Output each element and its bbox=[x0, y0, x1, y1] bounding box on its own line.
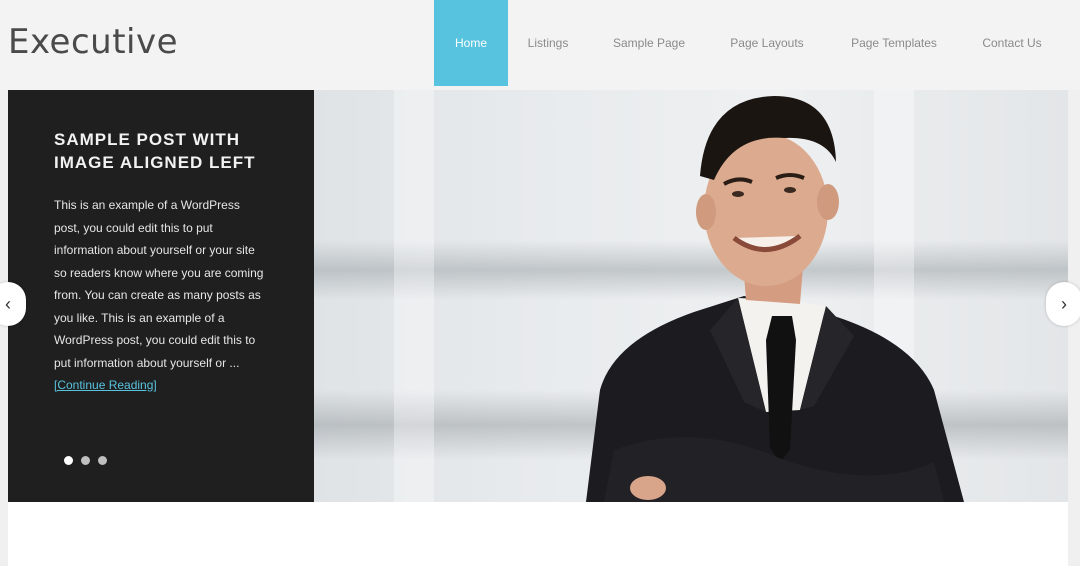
slide-dot[interactable] bbox=[81, 456, 90, 465]
nav-sample-page[interactable]: Sample Page bbox=[588, 0, 710, 86]
nav-page-layouts[interactable]: Page Layouts bbox=[710, 0, 824, 86]
slide-pagination bbox=[64, 456, 107, 465]
nav-page-templates[interactable]: Page Templates bbox=[824, 0, 964, 86]
slide-dot[interactable] bbox=[64, 456, 73, 465]
home-widgets-area bbox=[8, 502, 1068, 566]
site-header: Executive Home Listings Sample Page Page… bbox=[0, 0, 1080, 90]
slide-excerpt: This is an example of a WordPress post, … bbox=[54, 194, 268, 397]
slide-excerpt-text: This is an example of a WordPress post, … bbox=[54, 198, 264, 370]
chevron-left-icon: ‹ bbox=[5, 293, 11, 314]
continue-reading-link[interactable]: [Continue Reading] bbox=[54, 378, 157, 392]
businessman-figure bbox=[586, 96, 964, 502]
nav-listings[interactable]: Listings bbox=[508, 0, 588, 86]
slide-dot[interactable] bbox=[98, 456, 107, 465]
chevron-right-icon: › bbox=[1061, 293, 1067, 314]
slide-title[interactable]: Sample Post With Image Aligned Left bbox=[54, 128, 268, 174]
nav-home[interactable]: Home bbox=[434, 0, 508, 86]
featured-slider: Sample Post With Image Aligned Left This… bbox=[8, 90, 1068, 502]
nav-contact-us[interactable]: Contact Us bbox=[964, 0, 1060, 86]
main-nav: Home Listings Sample Page Page Layouts P… bbox=[434, 0, 1060, 90]
slide-image[interactable] bbox=[314, 90, 1068, 502]
slide-caption: Sample Post With Image Aligned Left This… bbox=[8, 90, 314, 502]
slider-next-button[interactable]: › bbox=[1046, 282, 1080, 326]
site-logo[interactable]: Executive bbox=[8, 22, 178, 62]
